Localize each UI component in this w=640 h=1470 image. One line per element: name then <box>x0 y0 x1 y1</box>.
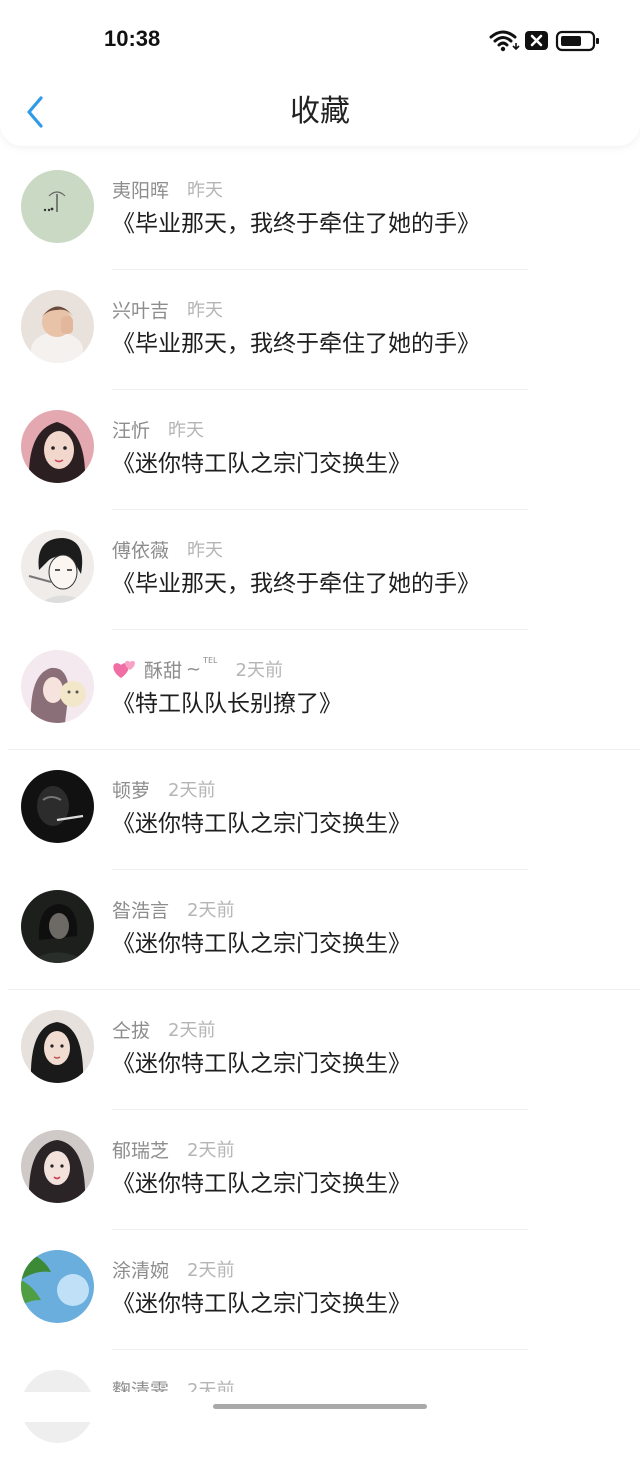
list-item[interactable]: 兴叶吉 昨天 《毕业那天，我终于牵住了她的手》 <box>0 270 640 390</box>
favorite-content: 《特工队队长别撩了》 <box>112 691 342 717</box>
favorite-content: 《迷你特工队之宗门交换生》 <box>112 1291 411 1317</box>
favorite-time: 昨天 <box>187 540 224 561</box>
favorite-time: 2天前 <box>168 1020 216 1041</box>
list-item[interactable]: 傅依薇 昨天 《毕业那天，我终于牵住了她的手》 <box>0 510 640 630</box>
avatar <box>21 1250 94 1323</box>
list-item[interactable]: 夷阳晖 昨天 《毕业那天，我终于牵住了她的手》 <box>0 150 640 270</box>
list-item[interactable]: 仝拔 2天前 《迷你特工队之宗门交换生》 <box>0 990 640 1110</box>
avatar <box>21 650 94 723</box>
favorite-content: 《迷你特工队之宗门交换生》 <box>112 811 411 837</box>
avatar <box>21 770 94 843</box>
avatar <box>21 1130 94 1203</box>
two-hearts-icon <box>112 657 138 681</box>
user-name: 顿萝 <box>112 779 151 802</box>
favorite-time: 昨天 <box>187 180 224 201</box>
user-name: 傅依薇 <box>112 539 170 562</box>
favorite-content: 《迷你特工队之宗门交换生》 <box>112 1171 411 1197</box>
favorite-time: 2天前 <box>235 660 283 681</box>
list-item[interactable]: 涂清婉 2天前 《迷你特工队之宗门交换生》 <box>0 1230 640 1350</box>
name-tilde: ~ <box>186 658 202 680</box>
favorite-time: 2天前 <box>187 1260 235 1281</box>
avatar <box>21 170 94 243</box>
user-name: 汪忻 <box>112 419 151 442</box>
favorite-content: 《毕业那天，我终于牵住了她的手》 <box>112 211 480 237</box>
favorite-time: 昨天 <box>168 420 205 441</box>
favorite-time: 2天前 <box>187 900 235 921</box>
avatar <box>21 410 94 483</box>
status-icons <box>489 28 601 54</box>
avatar <box>21 290 94 363</box>
user-name: 昝浩言 <box>112 899 170 922</box>
name-tel-mark: TEL <box>203 655 218 665</box>
user-name: 兴叶吉 <box>112 299 170 322</box>
battery-icon <box>555 30 599 52</box>
list-item[interactable]: 郁瑞芝 2天前 《迷你特工队之宗门交换生》 <box>0 1110 640 1230</box>
favorite-content: 《毕业那天，我终于牵住了她的手》 <box>112 571 480 597</box>
avatar <box>21 1010 94 1083</box>
favorite-content: 《迷你特工队之宗门交换生》 <box>112 931 411 957</box>
favorite-content: 《迷你特工队之宗门交换生》 <box>112 451 411 477</box>
status-time: 10:38 <box>104 26 161 51</box>
list-item[interactable]: 顿萝 2天前 《迷你特工队之宗门交换生》 <box>0 750 640 870</box>
favorite-content: 《迷你特工队之宗门交换生》 <box>112 1051 411 1077</box>
list-item[interactable]: 汪忻 昨天 《迷你特工队之宗门交换生》 <box>0 390 640 510</box>
no-sim-icon <box>525 31 548 50</box>
list-item[interactable]: 酥甜 ~ TEL 2天前 《特工队队长别撩了》 <box>0 630 640 750</box>
favorites-list: 夷阳晖 昨天 《毕业那天，我终于牵住了她的手》 兴叶吉 昨天 《毕业那天，我终于… <box>0 150 640 1470</box>
favorite-time: 2天前 <box>168 780 216 801</box>
user-name: 郁瑞芝 <box>112 1139 170 1162</box>
avatar <box>21 530 94 603</box>
nav-header: 10:38 收藏 <box>0 0 640 146</box>
page-title: 收藏 <box>290 94 350 129</box>
wifi-icon <box>489 30 517 47</box>
favorite-time: 昨天 <box>187 300 224 321</box>
user-name: 仝拔 <box>112 1019 151 1042</box>
avatar <box>21 890 94 963</box>
user-name: 夷阳晖 <box>112 179 170 202</box>
user-name: 涂清婉 <box>112 1259 170 1282</box>
favorite-time: 2天前 <box>187 1140 235 1161</box>
favorite-content: 《毕业那天，我终于牵住了她的手》 <box>112 331 480 357</box>
user-name: 酥甜 <box>144 659 183 682</box>
home-indicator[interactable] <box>213 1404 427 1409</box>
list-item[interactable]: 昝浩言 2天前 《迷你特工队之宗门交换生》 <box>0 870 640 990</box>
